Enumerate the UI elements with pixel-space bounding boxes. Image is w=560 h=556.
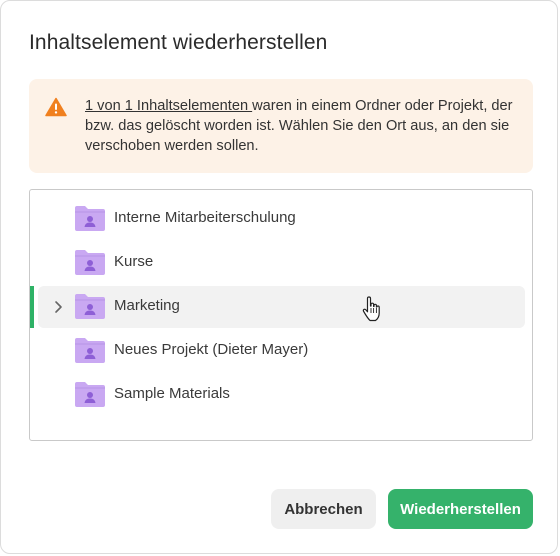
cancel-button[interactable]: Abbrechen bbox=[271, 489, 376, 529]
chevron-right-icon[interactable] bbox=[52, 299, 64, 315]
tree-item-neues-projekt[interactable]: Neues Projekt (Dieter Mayer) bbox=[38, 330, 525, 372]
hand-pointer-cursor-icon bbox=[362, 296, 380, 322]
warning-message: 1 von 1 Inhaltselementen waren in einem … bbox=[85, 96, 519, 156]
affected-items-link[interactable]: 1 von 1 Inhaltselementen bbox=[85, 98, 252, 114]
dialog-title: Inhaltselement wiederherstellen bbox=[29, 31, 328, 54]
shared-folder-icon bbox=[75, 206, 105, 231]
tree-item-kurse[interactable]: Kurse bbox=[38, 242, 525, 284]
tree-item-marketing[interactable]: Marketing bbox=[38, 286, 525, 328]
tree-item-label: Kurse bbox=[114, 253, 154, 270]
selection-indicator bbox=[30, 286, 34, 328]
shared-folder-icon bbox=[75, 382, 105, 407]
tree-item-interne-mitarbeiterschulung[interactable]: Interne Mitarbeiterschulung bbox=[38, 198, 525, 240]
shared-folder-icon bbox=[75, 338, 105, 363]
warning-banner: 1 von 1 Inhaltselementen waren in einem … bbox=[29, 79, 533, 173]
tree-item-label: Sample Materials bbox=[114, 385, 230, 402]
shared-folder-icon bbox=[75, 250, 105, 275]
restore-button[interactable]: Wiederherstellen bbox=[388, 489, 533, 529]
warning-triangle-icon bbox=[45, 97, 67, 117]
tree-item-sample-materials[interactable]: Sample Materials bbox=[38, 374, 525, 416]
tree-item-label: Interne Mitarbeiterschulung bbox=[114, 209, 296, 226]
restore-dialog: Inhaltselement wiederherstellen 1 von 1 … bbox=[0, 0, 558, 554]
destination-tree[interactable]: Interne Mitarbeiterschulung Kurse Market… bbox=[29, 189, 533, 441]
tree-item-label: Neues Projekt (Dieter Mayer) bbox=[114, 341, 309, 358]
tree-item-label: Marketing bbox=[114, 297, 180, 314]
shared-folder-icon bbox=[75, 294, 105, 319]
